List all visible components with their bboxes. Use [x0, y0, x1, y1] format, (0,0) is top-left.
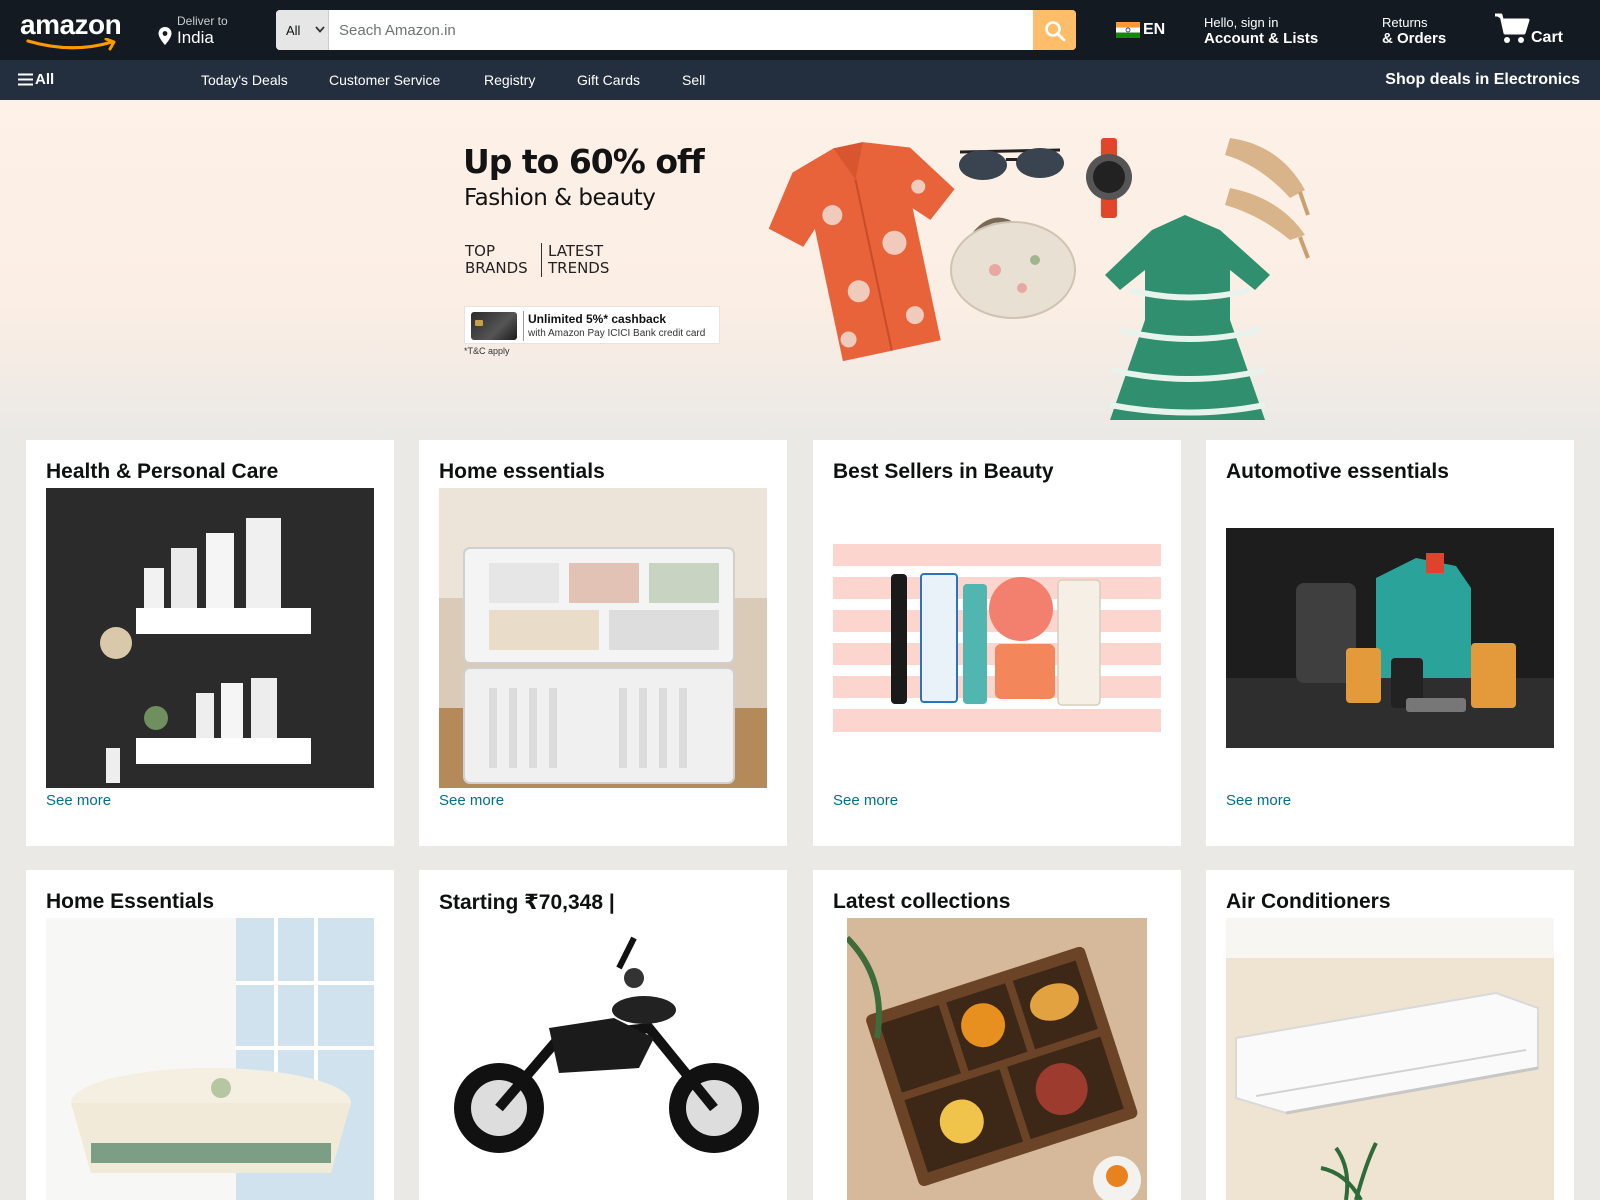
- beauty-products-image[interactable]: [833, 544, 1161, 732]
- card-title: Automotive essentials: [1226, 460, 1449, 483]
- hero-tag-top-brands: TOP BRANDS: [465, 242, 528, 277]
- fashion-products-image: [768, 138, 1310, 420]
- air-conditioner-image[interactable]: [1226, 918, 1554, 1200]
- account-greeting: Hello, sign in: [1204, 15, 1279, 30]
- see-more-link[interactable]: See more: [1226, 792, 1291, 809]
- search-category-select[interactable]: All: [276, 10, 329, 50]
- nav-item-todays-deals[interactable]: Today's Deals: [201, 72, 288, 88]
- chevron-down-icon: [315, 26, 325, 33]
- language-code: EN: [1143, 21, 1166, 38]
- see-more-link[interactable]: See more: [833, 792, 898, 809]
- cart-button[interactable]: Cart: [1494, 11, 1574, 51]
- nav-item-customer-service[interactable]: Customer Service: [329, 72, 440, 88]
- card-health-personal-care: Health & Personal Care See more: [26, 440, 394, 846]
- amazon-logo[interactable]: amazon: [20, 9, 124, 51]
- card-title: Starting ₹70,348 |: [439, 891, 615, 914]
- language-selector[interactable]: EN: [1116, 20, 1170, 42]
- location-pin-icon: [158, 27, 172, 45]
- card-home-essentials: Home essentials See more: [419, 440, 787, 846]
- search-icon: [1045, 21, 1066, 42]
- account-label: Account & Lists: [1204, 30, 1319, 47]
- card-title: Health & Personal Care: [46, 460, 279, 483]
- returns-label: Returns: [1382, 15, 1428, 30]
- card-title: Latest collections: [833, 890, 1011, 913]
- serving-tray-image[interactable]: [847, 918, 1147, 1200]
- bathroom-shelf-image[interactable]: [46, 488, 374, 788]
- heels-image: [1225, 138, 1310, 259]
- cart-icon: [1495, 13, 1530, 43]
- card-automotive-essentials: Automotive essentials See more: [1206, 440, 1574, 846]
- hero-subheadline: Fashion & beauty: [464, 185, 656, 211]
- storage-container-image[interactable]: [439, 488, 767, 788]
- card-latest-collections: Latest collections: [813, 870, 1181, 1200]
- card-best-sellers-beauty: Best Sellers in Beauty See more: [813, 440, 1181, 846]
- offer-title: Unlimited 5%* cashback: [528, 312, 667, 326]
- deliver-label: Deliver to: [177, 14, 228, 28]
- card-title: Home essentials: [439, 460, 605, 483]
- nav-item-registry[interactable]: Registry: [484, 72, 535, 88]
- all-menu-label: All: [35, 71, 55, 88]
- see-more-link[interactable]: See more: [46, 792, 111, 809]
- top-header: amazon Deliver to India All Seach Amazon…: [0, 0, 1600, 60]
- offer-subtitle: with Amazon Pay ICICI Bank credit card: [528, 328, 706, 339]
- watch-image: [1086, 138, 1132, 218]
- search-button[interactable]: [1033, 10, 1076, 50]
- india-flag-icon: [1116, 22, 1140, 38]
- account-lists[interactable]: Hello, sign in Account & Lists: [1204, 15, 1318, 47]
- motorcycle-image[interactable]: [439, 918, 767, 1200]
- dining-table-image[interactable]: [46, 918, 374, 1200]
- card-motorcycle: Starting ₹70,348 |: [419, 870, 787, 1200]
- logo-text: amazon: [20, 9, 122, 40]
- hamburger-icon: [18, 73, 33, 86]
- engine-oil-image[interactable]: [1226, 528, 1554, 748]
- card-title: Best Sellers in Beauty: [833, 460, 1054, 483]
- hero-tag-latest-trends: LATEST TRENDS: [541, 243, 611, 277]
- nav-item-gift-cards[interactable]: Gift Cards: [577, 72, 640, 88]
- nav-promo-electronics[interactable]: Shop deals in Electronics: [1385, 71, 1580, 89]
- hero-terms: *T&C apply: [464, 346, 510, 356]
- dress-image: [1105, 215, 1270, 420]
- handbag-image: [950, 217, 1076, 319]
- cart-label: Cart: [1531, 29, 1564, 46]
- deliver-location: India: [177, 28, 214, 47]
- card-title: Home Essentials: [46, 890, 215, 913]
- returns-orders[interactable]: Returns & Orders: [1382, 15, 1446, 47]
- shirt-image: [768, 142, 955, 362]
- orders-label: & Orders: [1382, 30, 1447, 47]
- card-home-essentials-2: Home Essentials: [26, 870, 394, 1200]
- search-input[interactable]: [329, 10, 1029, 50]
- nav-bar: All Today's Deals Customer Service Regis…: [0, 60, 1600, 100]
- card-air-conditioners: Air Conditioners: [1206, 870, 1574, 1200]
- sunglasses-image: [959, 148, 1064, 180]
- hero-banner[interactable]: Up to 60% off Fashion & beauty TOP BRAND…: [0, 100, 1600, 440]
- see-more-link[interactable]: See more: [439, 792, 504, 809]
- logo-smile-icon: [26, 38, 116, 51]
- card-title: Air Conditioners: [1226, 890, 1391, 913]
- offer-divider: [523, 311, 524, 341]
- nav-item-sell[interactable]: Sell: [682, 72, 705, 88]
- hero-headline: Up to 60% off: [463, 142, 705, 181]
- search-bar: All: [276, 10, 1076, 50]
- credit-card-icon: [471, 312, 517, 340]
- cashback-offer-box: Unlimited 5%* cashback with Amazon Pay I…: [464, 306, 720, 344]
- search-category-value: All: [286, 23, 301, 38]
